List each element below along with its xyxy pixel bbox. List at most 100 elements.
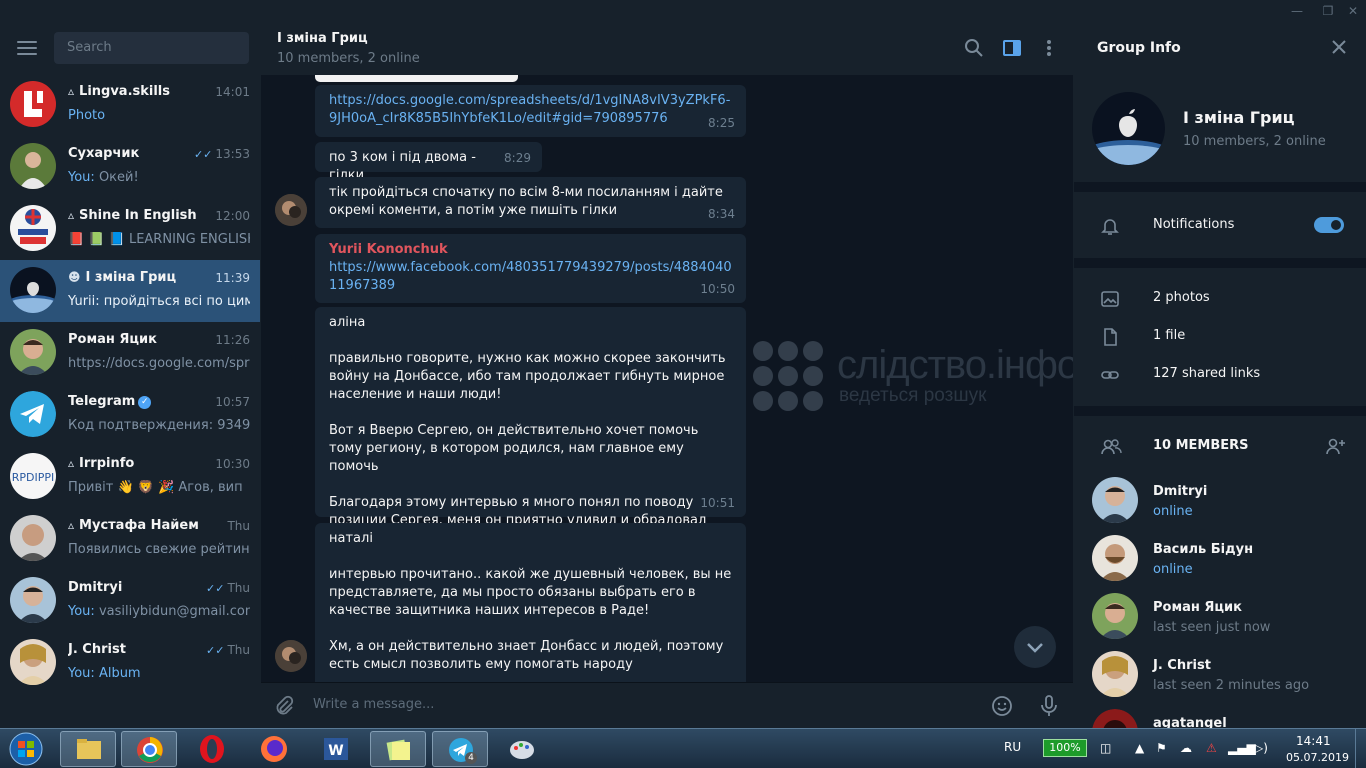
message-bubble[interactable]: аліна правильно говорите, нужно как можн…	[315, 307, 746, 528]
show-desktop-button[interactable]	[1355, 729, 1366, 768]
image-preview-edge	[315, 75, 518, 82]
message-bubble[interactable]: наталі интервью прочитано.. какой же душ…	[315, 523, 746, 682]
watermark: слідство.інфо ведеться розшук	[753, 341, 1073, 413]
search-icon[interactable]	[963, 37, 985, 59]
notifications-toggle[interactable]	[1314, 217, 1344, 233]
chat-item-mustafa-nayem[interactable]: ▵ Мустафа Найем Thu Появились свежие рейт…	[0, 508, 260, 570]
shared-links-row[interactable]: 127 shared links	[1074, 356, 1366, 394]
action-center-flag-icon[interactable]: ⚑	[1156, 741, 1167, 755]
taskbar-firefox[interactable]	[246, 731, 302, 767]
photo-icon	[1100, 289, 1120, 309]
chat-preview: Photo	[68, 108, 106, 123]
word-icon: W	[324, 738, 348, 760]
close-icon[interactable]	[1330, 38, 1348, 56]
scroll-down-button[interactable]	[1014, 626, 1056, 668]
attach-icon[interactable]	[273, 695, 295, 717]
taskbar-telegram[interactable]: 4	[432, 731, 488, 767]
language-indicator[interactable]: RU	[1004, 740, 1021, 754]
message-paragraph: Вот я Вверю Сергею, он действительно хоч…	[329, 423, 699, 474]
member-item[interactable]: Василь Бідун online	[1074, 531, 1366, 589]
volume-icon[interactable]: ▷)	[1254, 741, 1268, 755]
members-count-label: 10 MEMBERS	[1153, 438, 1249, 453]
clock-date[interactable]: 05.07.2019	[1286, 751, 1349, 764]
divider	[1074, 182, 1366, 192]
tray-network-adapter-icon[interactable]: ◫	[1100, 741, 1111, 755]
watermark-subtitle: ведеться розшук	[839, 385, 987, 406]
chat-item-i-zmina-hryts[interactable]: ☻ І зміна Гриц 11:39 Yurii: пройдіться вс…	[0, 260, 260, 322]
chat-item-shine-in-english[interactable]: ▵ Shine In English 12:00 📕 📗 📘 LEARNING E…	[0, 198, 260, 260]
hamburger-menu-icon[interactable]	[17, 41, 37, 55]
shared-photos-label: 2 photos	[1153, 290, 1210, 305]
chat-item-j-christ[interactable]: J. Christ ✓✓ Thu You: Album	[0, 632, 260, 694]
avatar	[1092, 477, 1138, 523]
tray-alert-icon[interactable]: ⚠	[1206, 741, 1217, 755]
member-item[interactable]: Dmitryi online	[1074, 473, 1366, 531]
chat-item-sukharchyk[interactable]: Сухарчик ✓✓ 13:53 You: Окей!	[0, 136, 260, 198]
group-avatar[interactable]	[1092, 92, 1165, 165]
windows-taskbar: W 4 RU 100% ◫ ▲ ⚑ ☁ ⚠ ▂▄▆ ▷) 14:41 05.07…	[0, 728, 1366, 768]
tray-expand-icon[interactable]: ▲	[1135, 741, 1144, 755]
shared-photos-row[interactable]: 2 photos	[1074, 280, 1366, 318]
maximize-icon[interactable]: ❐	[1315, 0, 1341, 22]
message-bubble[interactable]: Yurii Kononchuk https://www.facebook.com…	[315, 234, 746, 303]
taskbar-explorer[interactable]	[60, 731, 116, 767]
sender-avatar[interactable]	[275, 640, 307, 672]
file-icon	[1100, 327, 1120, 347]
message-bubble[interactable]: https://docs.google.com/spreadsheets/d/1…	[315, 85, 746, 137]
message-sender[interactable]: Yurii Kononchuk	[329, 241, 733, 259]
megaphone-icon: ▵	[68, 208, 75, 222]
chat-item-lingva-skills[interactable]: ▵ Lingva.skills 14:01 Photo	[0, 74, 260, 136]
conversation-panel: І зміна Гриц 10 members, 2 online https:…	[261, 22, 1073, 728]
clock-time[interactable]: 14:41	[1296, 734, 1331, 748]
firefox-icon	[261, 736, 287, 762]
member-item[interactable]: agatangel	[1074, 705, 1366, 728]
shared-files-row[interactable]: 1 file	[1074, 318, 1366, 356]
sender-avatar[interactable]	[275, 194, 307, 226]
message-time: 10:51	[700, 496, 735, 510]
message-link[interactable]: https://www.facebook.com/480351779439279…	[329, 260, 732, 293]
window-titlebar: — ❐ ✕	[0, 0, 1366, 22]
battery-indicator[interactable]: 100%	[1043, 739, 1087, 757]
chat-item-irrpinfo[interactable]: RPDIPPI ▵ Irrpinfo 10:30 Привіт 👋 🦁 🎉 Аго…	[0, 446, 260, 508]
member-item[interactable]: J. Christ last seen 2 minutes ago	[1074, 647, 1366, 705]
taskbar-paint[interactable]	[494, 731, 550, 767]
sidebar-toggle-icon[interactable]	[1001, 37, 1023, 59]
message-link[interactable]: https://docs.google.com/spreadsheets/d/1…	[329, 93, 730, 126]
avatar: RPDIPPI	[10, 453, 56, 499]
members-header: 10 MEMBERS	[1074, 428, 1366, 466]
add-member-icon[interactable]	[1324, 436, 1346, 458]
microphone-icon[interactable]	[1038, 694, 1060, 718]
chat-item-dmitryi[interactable]: Dmitryi ✓✓ Thu You: vasiliybidun@gmail.co…	[0, 570, 260, 632]
minimize-icon[interactable]: —	[1284, 0, 1310, 22]
avatar	[10, 577, 56, 623]
tray-cloud-icon[interactable]: ☁	[1180, 741, 1192, 755]
avatar	[10, 267, 56, 313]
chat-item-roman-yatsyk[interactable]: Роман Яцик 11:26 https://docs.google.com…	[0, 322, 260, 384]
message-input[interactable]: Write a message...	[313, 697, 434, 712]
start-button[interactable]	[6, 731, 46, 767]
close-window-icon[interactable]: ✕	[1340, 0, 1366, 22]
taskbar-sticky-notes[interactable]	[370, 731, 426, 767]
chat-item-telegram[interactable]: Telegram✓ 10:57 Код подтверждения: 93491…	[0, 384, 260, 446]
avatar	[10, 515, 56, 561]
search-input[interactable]: Search	[54, 32, 249, 64]
signal-strength-icon[interactable]: ▂▄▆	[1228, 741, 1256, 755]
member-item[interactable]: Роман Яцик last seen just now	[1074, 589, 1366, 647]
group-icon: ☻	[68, 270, 81, 284]
taskbar-opera[interactable]	[184, 731, 240, 767]
message-paragraph: наталі	[329, 531, 373, 546]
message-bubble[interactable]: по 3 ком і під двома - гілки 8:29	[315, 142, 542, 183]
emoji-icon[interactable]	[991, 695, 1013, 717]
telegram-unread-badge: 4	[465, 752, 477, 764]
more-options-icon[interactable]	[1038, 37, 1060, 59]
panel-title: Group Info	[1097, 40, 1181, 56]
avatar	[10, 639, 56, 685]
taskbar-chrome[interactable]	[121, 731, 177, 767]
taskbar-word[interactable]: W	[308, 731, 364, 767]
avatar	[10, 81, 56, 127]
chat-header[interactable]: І зміна Гриц 10 members, 2 online	[261, 22, 1073, 75]
message-list[interactable]: https://docs.google.com/spreadsheets/d/1…	[261, 75, 1073, 682]
watermark-title: слідство.інфо	[837, 343, 1073, 387]
double-check-icon: ✓✓	[193, 148, 213, 161]
message-bubble[interactable]: тік пройдіться спочатку по всім 8-ми пос…	[315, 177, 746, 228]
